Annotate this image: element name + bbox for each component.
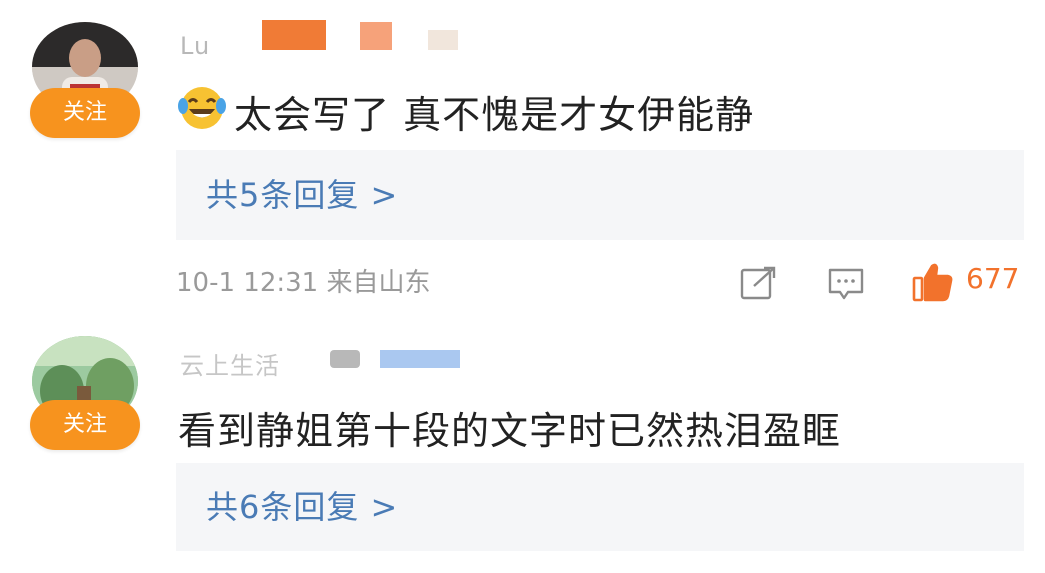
username[interactable]: Lu [180, 32, 210, 60]
comment-icon[interactable] [828, 267, 864, 301]
reply-box[interactable]: 共5条回复 > [176, 150, 1024, 240]
follow-button[interactable]: 关注 [30, 400, 140, 450]
share-icon[interactable] [740, 266, 778, 300]
view-replies-link[interactable]: 共6条回复 > [206, 463, 398, 551]
comment-item: 关注 Lu 太会写了 真不愧是才女伊能静 共5条回复 > 10-1 12:31 … [0, 0, 1045, 330]
comment-item: 关注 云上生活 看到静姐第十段的文字时已然热泪盈眶 共6条回复 > [0, 330, 1045, 573]
reply-box[interactable]: 共6条回复 > [176, 463, 1024, 551]
redacted-username [262, 20, 326, 50]
redacted-username [380, 350, 460, 368]
laughing-tears-emoji [178, 87, 226, 129]
comment-meta: 10-1 12:31 来自山东 [176, 268, 431, 298]
follow-button[interactable]: 关注 [30, 88, 140, 138]
username[interactable]: 云上生活 [180, 346, 280, 381]
like-count: 677 [966, 262, 1020, 295]
comment-text: 看到静姐第十段的文字时已然热泪盈眶 [178, 409, 842, 453]
like-icon[interactable] [912, 262, 954, 302]
redacted-username [428, 30, 458, 50]
redacted-username [360, 22, 392, 50]
redacted-username [330, 350, 360, 368]
view-replies-link[interactable]: 共5条回复 > [206, 150, 398, 240]
comment-text: 太会写了 真不愧是才女伊能静 [234, 93, 755, 137]
